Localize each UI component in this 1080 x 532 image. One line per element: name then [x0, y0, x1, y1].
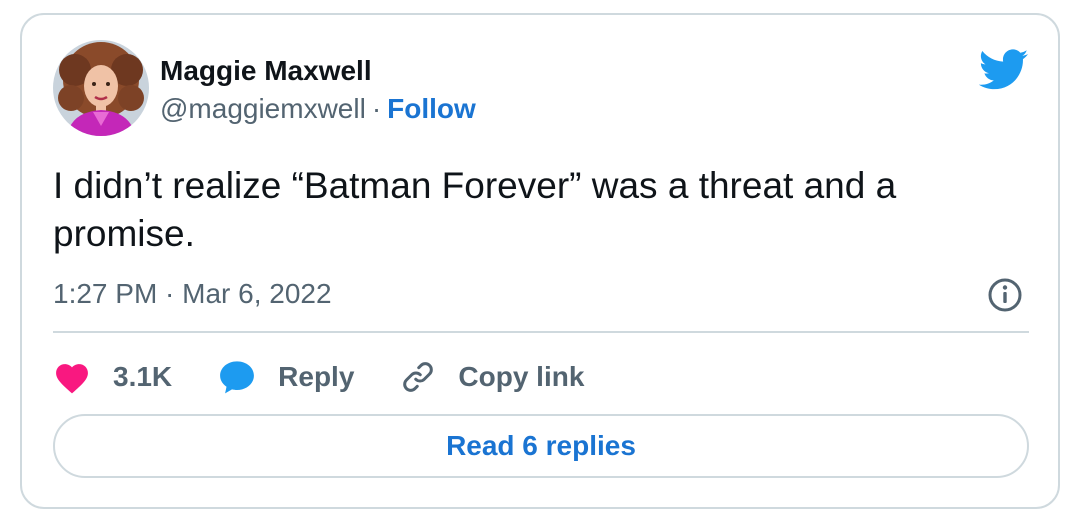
follow-link[interactable]: Follow [387, 93, 476, 124]
copy-link-button[interactable]: Copy link [400, 359, 584, 395]
read-replies-button[interactable]: Read 6 replies [53, 414, 1029, 478]
speech-bubble-icon [218, 359, 256, 395]
heart-icon [53, 360, 91, 394]
copy-link-label: Copy link [458, 361, 585, 392]
avatar-image [53, 40, 149, 136]
author-handle[interactable]: @maggiemxwell [160, 93, 366, 124]
link-icon [400, 359, 436, 395]
tweet-card: Maggie Maxwell @maggiemxwell · Follow I di… [20, 13, 1060, 509]
divider [53, 331, 1029, 333]
tweet-timestamp[interactable]: 1:27 PM · Mar 6, 2022 [53, 277, 332, 311]
like-count: 3.1K [113, 361, 173, 392]
action-bar: 3.1K Reply Copy link [53, 353, 630, 401]
like-button[interactable]: 3.1K [53, 360, 172, 394]
info-icon[interactable] [987, 277, 1023, 313]
twitter-bird-icon[interactable] [978, 49, 1029, 91]
author-meta: @maggiemxwell · Follow [160, 92, 476, 126]
reply-label: Reply [278, 361, 355, 392]
reply-button[interactable]: Reply [218, 359, 354, 395]
avatar[interactable] [53, 40, 149, 136]
author-name[interactable]: Maggie Maxwell [160, 55, 372, 87]
separator-dot: · [371, 93, 382, 124]
tweet-text: I didn’t realize “Batman Forever” was a … [53, 165, 897, 254]
